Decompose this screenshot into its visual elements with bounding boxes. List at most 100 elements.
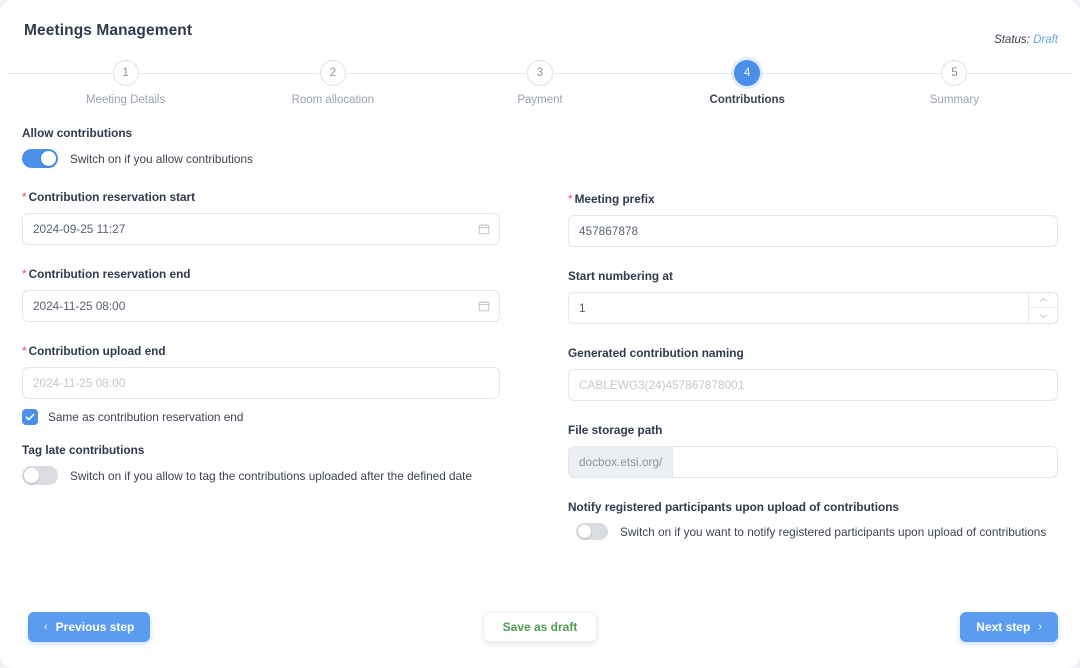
start-numbering-field: Start numbering at 1 — [568, 269, 1058, 324]
meetings-management-page: Meetings Management Status: Draft 1 Meet… — [0, 0, 1080, 668]
form-body: Allow contributions Switch on if you all… — [0, 112, 1080, 540]
file-storage-path-input[interactable] — [673, 447, 1057, 477]
status-badge: Status: Draft — [994, 34, 1058, 46]
same-as-reservation-end-row: Same as contribution reservation end — [22, 409, 500, 425]
step-payment[interactable]: 3 Payment — [436, 60, 644, 112]
same-as-reservation-end-checkbox[interactable] — [22, 409, 38, 425]
step-label: Summary — [929, 94, 980, 106]
calendar-icon[interactable] — [478, 300, 490, 312]
toggle-knob — [578, 525, 591, 538]
form-column-left: Allow contributions Switch on if you all… — [22, 126, 540, 540]
generated-naming-value: CABLEWG3(24)457867878001 — [579, 378, 745, 392]
allow-contributions-row: Switch on if you allow contributions — [22, 149, 500, 168]
chevron-down-icon[interactable] — [1029, 308, 1057, 323]
allow-contributions-toggle[interactable] — [22, 149, 58, 168]
label-text: Contribution reservation end — [28, 267, 191, 281]
next-step-label: Next step — [976, 620, 1031, 634]
wizard-stepper: 1 Meeting Details 2 Room allocation 3 Pa… — [8, 60, 1073, 112]
reservation-end-value: 2024-11-25 08:00 — [33, 299, 126, 313]
toggle-knob — [24, 468, 39, 483]
step-summary[interactable]: 5 Summary — [850, 60, 1073, 112]
step-connector-right — [968, 73, 1073, 74]
required-asterisk: * — [22, 190, 27, 204]
upload-end-label: * Contribution upload end — [22, 344, 500, 358]
step-meeting-details[interactable]: 1 Meeting Details — [8, 60, 230, 112]
allow-contributions-hint: Switch on if you allow contributions — [70, 151, 253, 166]
start-numbering-input[interactable]: 1 — [568, 292, 1058, 324]
step-connector-left — [643, 73, 734, 74]
reservation-start-label: * Contribution reservation start — [22, 190, 500, 204]
tag-late-contributions-hint: Switch on if you allow to tag the contri… — [70, 468, 473, 483]
label-text: Meeting prefix — [574, 192, 655, 206]
reservation-end-input[interactable]: 2024-11-25 08:00 — [22, 290, 500, 322]
reservation-end-label: * Contribution reservation end — [22, 267, 500, 281]
tag-late-contributions-toggle[interactable] — [22, 466, 58, 485]
tag-late-contributions-field: Tag late contributions Switch on if you … — [22, 443, 500, 485]
label-text: Contribution upload end — [28, 344, 166, 358]
step-label: Room allocation — [291, 94, 375, 106]
step-connector-left — [229, 73, 319, 74]
calendar-icon[interactable] — [478, 223, 490, 235]
chevron-up-icon[interactable] — [1029, 293, 1057, 308]
allow-contributions-label: Allow contributions — [22, 126, 133, 140]
step-room-allocation[interactable]: 2 Room allocation — [229, 60, 437, 112]
reservation-start-value: 2024-09-25 11:27 — [33, 222, 126, 236]
upload-end-input: 2024-11-25 08:00 — [22, 367, 500, 399]
reservation-start-field: * Contribution reservation start 2024-09-… — [22, 190, 500, 245]
upload-end-field: * Contribution upload end 2024-11-25 08:0… — [22, 344, 500, 425]
previous-step-button[interactable]: ‹ Previous step — [28, 612, 151, 642]
upload-end-value: 2024-11-25 08:00 — [33, 376, 126, 390]
file-storage-path-group: docbox.etsi.org/ — [568, 446, 1058, 478]
file-storage-path-prefix: docbox.etsi.org/ — [569, 447, 674, 477]
step-number: 5 — [941, 60, 968, 86]
step-number: 1 — [112, 60, 139, 86]
notify-participants-field: Notify registered participants upon uplo… — [568, 500, 1058, 540]
start-numbering-stepper[interactable] — [1028, 292, 1058, 324]
meeting-prefix-value: 457867878 — [579, 224, 639, 238]
form-footer: ‹ Previous step Save as draft Next step … — [0, 612, 1080, 646]
notify-participants-label: Notify registered participants upon uplo… — [568, 500, 899, 514]
tag-late-contributions-row: Switch on if you allow to tag the contri… — [22, 466, 500, 485]
meeting-prefix-input[interactable]: 457867878 — [568, 215, 1058, 247]
notify-participants-toggle[interactable] — [576, 523, 608, 540]
step-number: 2 — [319, 60, 346, 86]
step-label: Contributions — [709, 94, 785, 106]
file-storage-path-field: File storage path docbox.etsi.org/ — [568, 423, 1058, 478]
required-asterisk: * — [22, 344, 27, 358]
status-value: Draft — [1033, 34, 1058, 46]
step-label: Payment — [517, 94, 563, 106]
chevron-left-icon: ‹ — [44, 621, 48, 633]
chevron-right-icon: › — [1038, 621, 1042, 633]
reservation-start-input[interactable]: 2024-09-25 11:27 — [22, 213, 500, 245]
meeting-prefix-label: * Meeting prefix — [568, 192, 1058, 206]
step-contributions[interactable]: 4 Contributions — [643, 60, 851, 112]
step-number: 3 — [527, 60, 553, 86]
required-asterisk: * — [568, 192, 573, 206]
step-connector-left — [850, 73, 941, 74]
tag-late-contributions-label: Tag late contributions — [22, 443, 145, 457]
step-connector-left — [8, 73, 112, 74]
step-connector-right — [554, 73, 644, 74]
notify-participants-hint: Switch on if you want to notify register… — [620, 524, 1047, 539]
form-column-right: * Meeting prefix 457867878 Start numberin… — [540, 126, 1058, 540]
notify-participants-row: Switch on if you want to notify register… — [568, 523, 1058, 540]
page-header: Meetings Management Status: Draft — [0, 0, 1080, 56]
same-as-reservation-end-label: Same as contribution reservation end — [48, 410, 244, 424]
reservation-end-field: * Contribution reservation end 2024-11-25… — [22, 267, 500, 322]
generated-naming-field: Generated contribution naming CABLEWG3(2… — [568, 346, 1058, 401]
toggle-knob — [41, 151, 56, 166]
meeting-prefix-field: * Meeting prefix 457867878 — [568, 192, 1058, 247]
file-storage-path-label: File storage path — [568, 423, 663, 437]
generated-naming-label: Generated contribution naming — [568, 346, 744, 360]
previous-step-label: Previous step — [55, 620, 135, 634]
step-number: 4 — [734, 60, 761, 86]
step-connector-right — [139, 73, 230, 74]
start-numbering-label: Start numbering at — [568, 269, 673, 283]
step-connector-left — [436, 73, 527, 74]
save-as-draft-button[interactable]: Save as draft — [483, 612, 597, 642]
label-text: Contribution reservation start — [28, 190, 196, 204]
generated-naming-input: CABLEWG3(24)457867878001 — [568, 369, 1058, 401]
next-step-button[interactable]: Next step › — [960, 612, 1058, 642]
required-asterisk: * — [22, 267, 27, 281]
step-connector-right — [346, 73, 437, 74]
